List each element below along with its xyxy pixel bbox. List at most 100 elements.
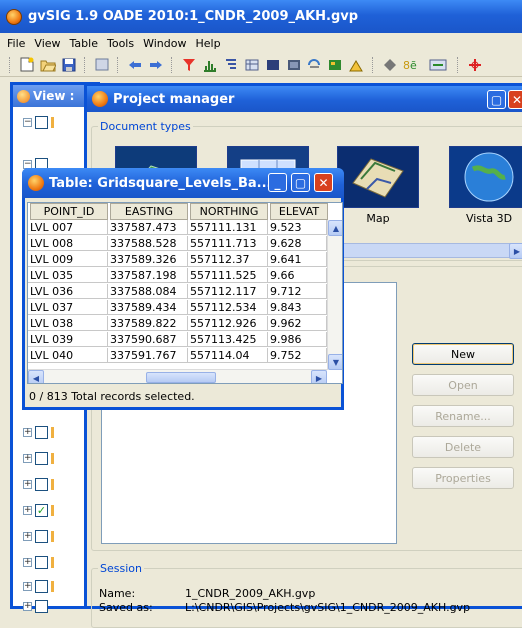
- table-cell[interactable]: 337589.326: [108, 252, 188, 267]
- scroll-right-icon[interactable]: ▶: [311, 370, 327, 383]
- delete-button[interactable]: Delete: [412, 436, 514, 458]
- layer-checkbox[interactable]: [35, 599, 48, 613]
- project-manager-title-bar[interactable]: Project manager: [87, 86, 522, 112]
- expand-icon[interactable]: +: [23, 581, 32, 591]
- table-cell[interactable]: 337587.198: [108, 268, 188, 283]
- expand-icon[interactable]: +: [23, 601, 32, 611]
- table-cell[interactable]: LVL 040: [28, 348, 108, 363]
- table-vertical-scrollbar[interactable]: ▲ ▼: [327, 220, 342, 370]
- table-cell[interactable]: 337590.687: [108, 332, 188, 347]
- column-header-elevation[interactable]: ELEVAT: [270, 203, 328, 220]
- table-cell[interactable]: LVL 007: [28, 220, 108, 235]
- expand-icon[interactable]: +: [23, 531, 32, 541]
- select-all-icon[interactable]: [348, 56, 365, 73]
- table-cell[interactable]: 337591.767: [108, 348, 188, 363]
- menu-window[interactable]: Window: [143, 37, 186, 50]
- field-calc-icon[interactable]: [306, 56, 323, 73]
- table-cell[interactable]: 337589.434: [108, 300, 188, 315]
- layer-checkbox-checked[interactable]: ✓: [35, 503, 48, 517]
- doc-type-map[interactable]: Map: [337, 146, 419, 225]
- minimize-button[interactable]: _: [268, 173, 287, 192]
- layer-checkbox[interactable]: [35, 425, 48, 439]
- table-cell[interactable]: 9.752: [268, 348, 327, 363]
- table-cell[interactable]: 9.986: [268, 332, 327, 347]
- table-cell[interactable]: LVL 038: [28, 316, 108, 331]
- expand-icon[interactable]: +: [23, 479, 32, 489]
- scroll-down-icon[interactable]: ▼: [328, 354, 342, 370]
- table-cell[interactable]: 337588.528: [108, 236, 188, 251]
- layer-checkbox[interactable]: [35, 451, 48, 465]
- table-cell[interactable]: 9.66: [268, 268, 327, 283]
- layer-checkbox[interactable]: [35, 555, 48, 569]
- attribute-table[interactable]: POINT_ID EASTING NORTHING ELEVAT LVL 007…: [27, 202, 343, 384]
- invert-selection-icon[interactable]: 8ẽ: [402, 56, 424, 73]
- table-cell[interactable]: 337587.473: [108, 220, 188, 235]
- expand-icon[interactable]: +: [23, 427, 32, 437]
- table-cell[interactable]: 9.962: [268, 316, 327, 331]
- layer-row[interactable]: +: [23, 579, 54, 593]
- doc-type-3d[interactable]: Vista 3D: [449, 146, 522, 225]
- table-window[interactable]: Table: Gridsquare_Levels_Ba... _ ▢ ✕ POI…: [22, 168, 344, 410]
- table-cell[interactable]: 337588.084: [108, 284, 188, 299]
- forward-icon[interactable]: [147, 56, 164, 73]
- scroll-right-icon[interactable]: ▶: [509, 243, 522, 259]
- close-button[interactable]: ✕: [314, 173, 333, 192]
- rename-button[interactable]: Rename...: [412, 405, 514, 427]
- table-cell[interactable]: 9.843: [268, 300, 327, 315]
- save-project-icon[interactable]: [60, 56, 77, 73]
- table-cell[interactable]: LVL 008: [28, 236, 108, 251]
- collapse-icon[interactable]: −: [23, 117, 32, 127]
- doc-types-scrollbar[interactable]: [335, 243, 522, 258]
- layer-row[interactable]: +: [23, 425, 54, 439]
- table-cell[interactable]: 557112.926: [188, 316, 268, 331]
- menu-table[interactable]: Table: [70, 37, 98, 50]
- export-icon[interactable]: [285, 56, 302, 73]
- menu-file[interactable]: File: [7, 37, 25, 50]
- table-cell[interactable]: 337589.822: [108, 316, 188, 331]
- table-cell[interactable]: 557111.713: [188, 236, 268, 251]
- expand-icon[interactable]: +: [23, 505, 32, 515]
- table-cell[interactable]: 557112.117: [188, 284, 268, 299]
- layer-row[interactable]: −: [23, 115, 54, 129]
- menu-help[interactable]: Help: [195, 37, 220, 50]
- layer-row[interactable]: +: [23, 529, 54, 543]
- new-button[interactable]: New: [412, 343, 514, 365]
- layer-row[interactable]: +: [23, 477, 54, 491]
- layer-row[interactable]: +: [23, 451, 54, 465]
- link-icon[interactable]: [264, 56, 281, 73]
- table-cell[interactable]: 9.523: [268, 220, 327, 235]
- expand-icon[interactable]: +: [23, 557, 32, 567]
- layer-checkbox[interactable]: [35, 115, 48, 129]
- refresh-icon[interactable]: [428, 56, 450, 73]
- layer-checkbox[interactable]: [35, 477, 48, 491]
- maximize-button[interactable]: ▢: [291, 173, 310, 192]
- column-header-northing[interactable]: NORTHING: [190, 203, 268, 220]
- menu-tools[interactable]: Tools: [107, 37, 134, 50]
- table-cell[interactable]: LVL 039: [28, 332, 108, 347]
- table-cell[interactable]: 557111.131: [188, 220, 268, 235]
- table-cell[interactable]: 557113.425: [188, 332, 268, 347]
- table-cell[interactable]: 557112.534: [188, 300, 268, 315]
- layer-row[interactable]: +: [23, 599, 48, 613]
- back-icon[interactable]: [126, 56, 143, 73]
- open-button[interactable]: Open: [412, 374, 514, 396]
- table-icon[interactable]: [93, 56, 110, 73]
- table-cell[interactable]: 557114.04: [188, 348, 268, 363]
- new-project-icon[interactable]: [18, 56, 35, 73]
- join-icon[interactable]: [243, 56, 260, 73]
- table-cell[interactable]: 557111.525: [188, 268, 268, 283]
- layer-checkbox[interactable]: [35, 529, 48, 543]
- maximize-button[interactable]: ▢: [487, 90, 506, 109]
- scroll-up-icon[interactable]: ▲: [328, 220, 342, 236]
- app-title-bar[interactable]: gvSIG 1.9 OADE 2010:1_CNDR_2009_AKH.gvp: [0, 0, 522, 33]
- scroll-left-icon[interactable]: ◀: [28, 370, 44, 383]
- scroll-thumb[interactable]: [146, 372, 216, 383]
- sort-icon[interactable]: [222, 56, 239, 73]
- table-cell[interactable]: 557112.37: [188, 252, 268, 267]
- menu-view[interactable]: View: [34, 37, 60, 50]
- table-cell[interactable]: LVL 037: [28, 300, 108, 315]
- expand-icon[interactable]: +: [23, 453, 32, 463]
- layer-row[interactable]: + ✓: [23, 503, 54, 517]
- table-cell[interactable]: LVL 036: [28, 284, 108, 299]
- table-horizontal-scrollbar[interactable]: ◀ ▶: [28, 369, 327, 383]
